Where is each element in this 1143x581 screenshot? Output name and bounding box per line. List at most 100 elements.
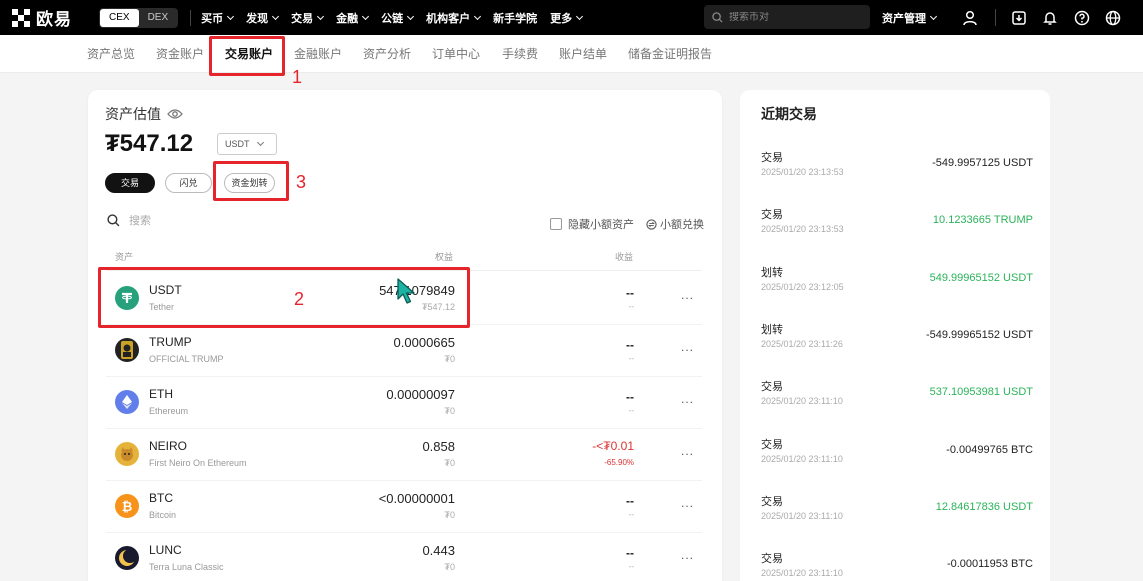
more-actions-button[interactable]: ... xyxy=(681,496,694,510)
asset-full-name: Terra Luna Classic xyxy=(149,562,224,572)
more-actions-button[interactable]: ... xyxy=(681,444,694,458)
nav-item-5[interactable]: 机构客户 xyxy=(426,10,482,26)
search-icon xyxy=(107,214,120,227)
transaction-amount: -0.00499765 BTC xyxy=(946,443,1033,456)
dex-toggle[interactable]: DEX xyxy=(139,9,178,27)
subnav-tab-8[interactable]: 储备金证明报告 xyxy=(628,35,712,73)
help-icon[interactable] xyxy=(1073,9,1091,27)
convert-icon xyxy=(646,218,657,230)
logo-text: 欧易 xyxy=(36,10,72,29)
recent-transaction-item[interactable]: 交易 2025/01/20 23:11:10 12.84617836 USDT xyxy=(761,493,1033,533)
nav-item-6[interactable]: 新手学院 xyxy=(493,10,537,26)
asset-row-lunc[interactable]: LUNC Terra Luna Classic 0.443 ₮0 -- --... xyxy=(106,532,702,581)
transaction-amount: -0.00011953 BTC xyxy=(946,558,1033,571)
asset-search-input[interactable] xyxy=(129,214,329,227)
eye-icon[interactable] xyxy=(167,108,183,120)
nav-item-2[interactable]: 交易 xyxy=(291,10,325,26)
main-nav: 买币 发现 交易 金融 公链 机构客户 新手学院 更多 xyxy=(201,10,595,26)
okx-logo[interactable]: 欧易 xyxy=(12,5,82,30)
asset-row-trump[interactable]: TRUMP OFFICIAL TRUMP 0.0000665 ₮0 -- --... xyxy=(106,324,702,376)
asset-valuation-label-wrap: 资产估值 xyxy=(105,104,183,124)
recent-transaction-item[interactable]: 交易 2025/01/20 23:11:10 -0.00499765 BTC xyxy=(761,436,1033,476)
more-actions-button[interactable]: ... xyxy=(681,340,694,354)
hide-small-assets-checkbox[interactable] xyxy=(550,218,562,230)
subnav-tab-4[interactable]: 资产分析 xyxy=(363,35,411,73)
asset-symbol: TRUMP xyxy=(149,335,192,349)
hide-small-assets-toggle[interactable]: 隐藏小额资产 xyxy=(550,216,634,232)
more-actions-button[interactable]: ... xyxy=(681,288,694,302)
download-icon[interactable] xyxy=(1010,9,1028,27)
asset-pnl: -- xyxy=(626,338,634,352)
transaction-time: 2025/01/20 23:13:53 xyxy=(761,167,844,177)
cex-toggle[interactable]: CEX xyxy=(100,8,139,27)
annotation-box-3 xyxy=(213,161,289,201)
asset-symbol: LUNC xyxy=(149,543,182,557)
recent-transaction-item[interactable]: 划转 2025/01/20 23:12:05 549.99965152 USDT xyxy=(761,264,1033,304)
subnav-tab-1[interactable]: 资金账户 xyxy=(156,35,204,73)
asset-search[interactable] xyxy=(107,214,329,227)
nav-item-label: 更多 xyxy=(550,12,573,25)
asset-value: ₮0 xyxy=(444,406,455,416)
transaction-type: 交易 xyxy=(761,553,783,566)
cex-dex-switch[interactable]: CEX DEX xyxy=(99,7,179,28)
globe-icon-wrap[interactable] xyxy=(1104,0,1122,35)
chevron-down-icon xyxy=(362,12,370,20)
chevron-down-icon xyxy=(929,12,938,20)
recent-transaction-item[interactable]: 交易 2025/01/20 23:11:10 -0.00011953 BTC xyxy=(761,550,1033,581)
asset-symbol: BTC xyxy=(149,491,173,505)
flash-convert-button[interactable]: 闪兑 xyxy=(165,173,212,193)
transaction-amount: 12.84617836 USDT xyxy=(935,500,1033,513)
nav-item-1[interactable]: 发现 xyxy=(246,10,280,26)
more-actions-button[interactable]: ... xyxy=(681,392,694,406)
asset-full-name: OFFICIAL TRUMP xyxy=(149,354,224,364)
small-convert-link[interactable]: 小额兑换 xyxy=(646,216,704,232)
asset-row-btc[interactable]: ₿ BTC Bitcoin <0.00000001 ₮0 -- --... xyxy=(106,480,702,532)
recent-transaction-item[interactable]: 交易 2025/01/20 23:13:53 10.1233665 TRUMP xyxy=(761,206,1033,246)
chevron-down-icon xyxy=(407,12,415,20)
chevron-down-icon xyxy=(317,12,325,20)
asset-quantity: 0.0000665 xyxy=(393,335,455,350)
subnav-tab-6[interactable]: 手续费 xyxy=(502,35,538,73)
transaction-time: 2025/01/20 23:11:26 xyxy=(761,338,843,349)
subnav-tab-0[interactable]: 资产总览 xyxy=(87,35,135,73)
recent-transaction-item[interactable]: 交易 2025/01/20 23:13:53 -549.9957125 USDT xyxy=(761,149,1033,189)
asset-full-name: Ethereum xyxy=(149,406,189,416)
user-icon[interactable] xyxy=(961,9,979,27)
nav-item-0[interactable]: 买币 xyxy=(201,10,235,26)
help-icon-wrap[interactable] xyxy=(1073,0,1091,35)
top-search-input[interactable] xyxy=(729,11,869,23)
asset-full-name: Bitcoin xyxy=(149,510,177,520)
recent-transaction-item[interactable]: 交易 2025/01/20 23:11:10 537.10953981 USDT xyxy=(761,378,1033,418)
asset-pnl-percent: -- xyxy=(628,562,634,571)
globe-language-icon[interactable] xyxy=(1104,9,1122,27)
currency-select[interactable]: USDT xyxy=(217,133,277,155)
subnav-tab-7[interactable]: 账户结单 xyxy=(559,35,607,73)
recent-transaction-item[interactable]: 划转 2025/01/20 23:11:26 -549.99965152 USDT xyxy=(761,321,1033,361)
asset-pnl-percent: -- xyxy=(628,302,634,311)
account-sub-navigation: 资产总览 资金账户 交易账户 金融账户 资产分析 订单中心 手续费 账户结单 储备金证明报告 xyxy=(0,35,1143,73)
transaction-type: 交易 xyxy=(761,209,783,222)
more-actions-button[interactable]: ... xyxy=(681,548,694,562)
nav-item-7[interactable]: 更多 xyxy=(550,10,584,26)
asset-valuation-label: 资产估值 xyxy=(105,106,161,122)
asset-value: ₮0 xyxy=(444,510,455,520)
notification-bell-icon[interactable] xyxy=(1041,9,1059,27)
bell-icon-wrap[interactable] xyxy=(1041,0,1059,35)
subnav-tab-5[interactable]: 订单中心 xyxy=(432,35,480,73)
asset-management-menu[interactable]: 资产管理 xyxy=(882,0,938,35)
user-icon-wrap[interactable] xyxy=(961,0,979,35)
chevron-down-icon xyxy=(227,12,235,20)
recent-transactions-title: 近期交易 xyxy=(761,106,817,122)
nav-item-4[interactable]: 公链 xyxy=(381,10,415,26)
asset-row-neiro[interactable]: NEIRO First Neiro On Ethereum 0.858 ₮0 -<₮0.… xyxy=(106,428,702,480)
asset-row-eth[interactable]: ETH Ethereum 0.00000097 ₮0 -- --... xyxy=(106,376,702,428)
nav-item-3[interactable]: 金融 xyxy=(336,10,370,26)
download-icon-wrap[interactable] xyxy=(1010,0,1028,35)
asset-quantity: 0.00000097 xyxy=(386,387,455,402)
trade-button[interactable]: 交易 xyxy=(105,173,155,193)
top-search-box[interactable] xyxy=(704,5,870,29)
transaction-amount: 10.1233665 TRUMP xyxy=(932,214,1033,227)
asset-management-label: 资产管理 xyxy=(882,12,926,25)
transaction-time: 2025/01/20 23:11:10 xyxy=(761,453,843,464)
asset-quantity: <0.00000001 xyxy=(378,491,455,506)
